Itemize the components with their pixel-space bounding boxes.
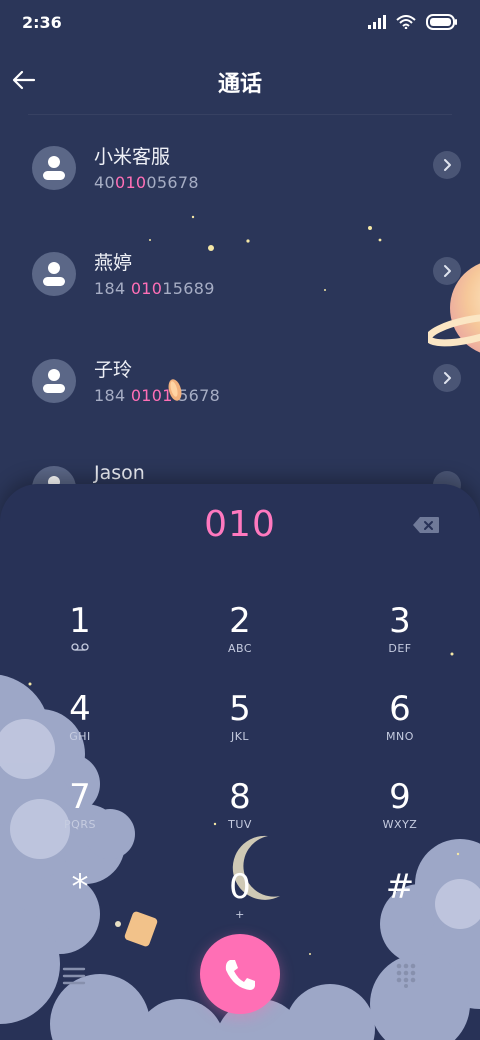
keypad-icon[interactable] [392,960,420,988]
contact-name: 子玲 [94,359,133,381]
contact-name: 燕婷 [94,252,133,274]
matched-digits: 010 [114,173,147,192]
status-bar: 2:36 [0,0,480,44]
phone-icon [225,960,255,990]
person-icon [43,156,65,180]
contact-row[interactable]: 小米客服 4001005678 [0,124,480,214]
key-hash[interactable]: # [345,868,455,938]
cookie-decoration [168,379,182,401]
battery-icon [426,14,457,30]
contact-name: Jason [94,462,145,484]
contact-detail-button[interactable] [433,257,461,285]
contact-number: 4001005678 [94,173,199,192]
contact-name: 小米客服 [94,146,171,168]
key-star[interactable]: * [25,868,135,938]
key-7[interactable]: 7 PQRS [25,778,135,848]
dialed-number-display: 010 [204,504,276,545]
avatar [32,252,76,296]
voicemail-icon [71,643,89,651]
backspace-icon[interactable] [412,516,440,534]
contact-detail-button[interactable] [433,364,461,392]
avatar [32,146,76,190]
chevron-right-icon [444,159,451,171]
contact-row[interactable]: 燕婷 184 01015689 [0,230,480,320]
chevron-right-icon [444,372,451,384]
chevron-right-icon [444,265,451,277]
contact-number: 184 01015689 [94,279,215,298]
key-6[interactable]: 6 MNO [345,690,455,760]
key-3[interactable]: 3 DEF [345,602,455,672]
key-2[interactable]: 2 ABC [185,602,295,672]
key-0[interactable]: 0 + [185,868,295,938]
key-8[interactable]: 8 TUV [185,778,295,848]
call-button[interactable] [200,934,280,1014]
contact-number: 184 0101 5678 [94,386,221,405]
key-4[interactable]: 4 GHI [25,690,135,760]
menu-icon[interactable] [60,962,88,990]
page-title: 通话 [217,72,262,97]
matched-digits: 010 [130,279,163,298]
signal-icon [368,15,386,29]
status-time: 2:36 [22,12,62,32]
header-divider [28,114,452,115]
key-5[interactable]: 5 JKL [185,690,295,760]
avatar [32,359,76,403]
key-9[interactable]: 9 WXYZ [345,778,455,848]
wifi-icon [396,15,416,29]
contact-row[interactable]: 子玲 184 0101 5678 [0,337,480,427]
person-icon [43,369,65,393]
key-1[interactable]: 1 [25,602,135,672]
person-icon [43,262,65,286]
contact-detail-button[interactable] [433,151,461,179]
dialer-panel: 010 1 2 ABC 3 DEF 4 GHI 5 JKL 6 MNO 7 PQ… [0,484,480,1040]
header: 通话 [0,52,480,108]
